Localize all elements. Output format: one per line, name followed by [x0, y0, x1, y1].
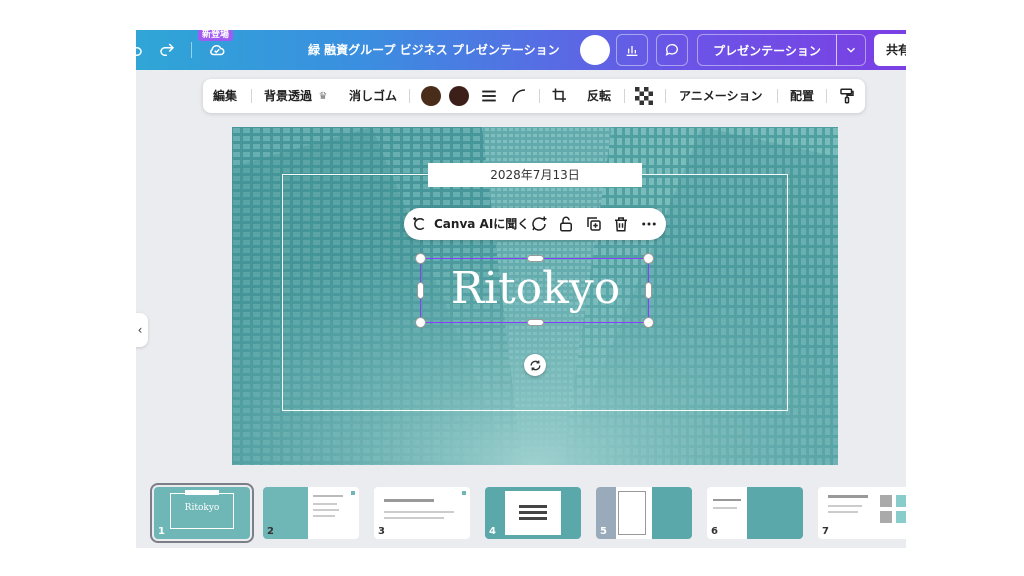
present-button[interactable]: プレゼンテーション — [697, 34, 837, 66]
resize-handle-right[interactable] — [645, 282, 652, 299]
canva-editor: 新登場 緑 融資グループ ビジネス プレゼンテーション プレゼンテーション 共有… — [136, 30, 906, 548]
resize-handle-bottom-right[interactable] — [643, 317, 654, 328]
thumbnail-number: 7 — [822, 526, 829, 537]
slide-title[interactable]: Ritokyo — [421, 259, 650, 322]
toolbar-divider — [539, 89, 540, 103]
insights-button[interactable] — [616, 34, 648, 66]
crop-icon[interactable] — [550, 79, 570, 113]
color-swatch-1[interactable] — [421, 86, 441, 106]
page-thumbnail-7[interactable]: 7 — [818, 487, 906, 539]
toolbar-divider — [826, 89, 827, 103]
present-options-button[interactable] — [836, 34, 866, 66]
resize-handle-top-right[interactable] — [643, 253, 654, 264]
transparency-icon[interactable] — [635, 79, 653, 113]
animation-button[interactable]: アニメーション — [679, 79, 763, 113]
chevron-down-icon — [847, 47, 855, 53]
resize-handle-bottom[interactable] — [527, 319, 544, 326]
paint-roller-icon[interactable] — [837, 79, 857, 113]
toolbar-divider — [251, 89, 252, 103]
redo-icon[interactable] — [156, 30, 178, 70]
toolbar-divider — [624, 89, 625, 103]
slide-canvas[interactable]: 2028年7月13日 Canva AIに聞く Ritokyo — [232, 127, 838, 465]
resize-handle-top-left[interactable] — [415, 253, 426, 264]
eraser-button[interactable]: 消しゴム — [349, 79, 397, 113]
page-thumbnail-6[interactable]: 6 — [707, 487, 803, 539]
corner-rounding-icon[interactable] — [509, 79, 529, 113]
toolbar-divider — [665, 89, 666, 103]
flip-button[interactable]: 反転 — [587, 79, 611, 113]
top-header: 新登場 緑 融資グループ ビジネス プレゼンテーション プレゼンテーション 共有 — [136, 30, 906, 70]
comment-button[interactable] — [656, 34, 688, 66]
more-options-icon[interactable] — [638, 208, 660, 240]
background-remove-button[interactable]: 背景透過 — [264, 79, 312, 113]
thumbnail-title: Ritokyo — [184, 503, 220, 513]
resize-handle-bottom-left[interactable] — [415, 317, 426, 328]
duplicate-icon[interactable] — [584, 208, 604, 240]
page-thumbnail-2[interactable]: 2 — [263, 487, 359, 539]
chevron-left-icon: ‹ — [137, 323, 143, 337]
selected-text-box[interactable]: Ritokyo — [415, 253, 654, 328]
header-divider — [191, 42, 192, 58]
page-thumbnail-4[interactable]: 4 — [485, 487, 581, 539]
ask-canva-ai-button[interactable]: Canva AIに聞く — [434, 208, 529, 240]
arrange-button[interactable]: 配置 — [790, 79, 814, 113]
lock-icon[interactable] — [556, 208, 576, 240]
thumbnail-number: 2 — [267, 526, 274, 537]
page-thumbnail-5[interactable]: 5 — [596, 487, 692, 539]
thumbnail-number: 4 — [489, 526, 496, 537]
page-thumbnail-3[interactable]: 3 — [374, 487, 470, 539]
thumbnail-number: 5 — [600, 526, 607, 537]
canva-ai-sparkle-icon[interactable] — [410, 208, 430, 240]
element-toolbar: 編集 背景透過 ♛ 消しゴム 反転 アニメーション 配置 — [203, 79, 865, 113]
toolbar-divider — [777, 89, 778, 103]
thumbnail-number: 3 — [378, 526, 385, 537]
line-weight-icon[interactable] — [479, 79, 499, 113]
resize-handle-left[interactable] — [417, 282, 424, 299]
share-button[interactable]: 共有 — [874, 34, 906, 66]
slide-date[interactable]: 2028年7月13日 — [428, 163, 642, 187]
new-badge: 新登場 — [198, 30, 234, 41]
bar-chart-icon — [626, 46, 638, 56]
undo-icon[interactable] — [136, 30, 144, 70]
crown-icon: ♛ — [318, 90, 328, 102]
page-thumbnail-1[interactable]: Ritokyo 1 — [150, 483, 254, 543]
edit-button[interactable]: 編集 — [213, 79, 237, 113]
trash-icon[interactable] — [611, 208, 631, 240]
rotate-handle[interactable] — [524, 354, 546, 376]
rotate-icon — [529, 360, 541, 370]
collapse-panel-button[interactable]: ‹ — [136, 313, 148, 347]
resize-handle-top[interactable] — [527, 255, 544, 262]
thumbnail-number: 1 — [158, 526, 165, 537]
user-avatar[interactable] — [580, 35, 610, 65]
comment-add-icon[interactable] — [529, 208, 549, 240]
page-filmstrip: Ritokyo 1 2 3 4 5 6 7 — [136, 480, 906, 548]
canva-ai-bar: Canva AIに聞く — [404, 208, 666, 240]
toolbar-divider — [409, 89, 410, 103]
document-title[interactable]: 緑 融資グループ ビジネス プレゼンテーション — [308, 30, 560, 70]
thumbnail-number: 6 — [711, 526, 718, 537]
comment-icon — [665, 44, 678, 56]
color-swatch-2[interactable] — [449, 86, 469, 106]
